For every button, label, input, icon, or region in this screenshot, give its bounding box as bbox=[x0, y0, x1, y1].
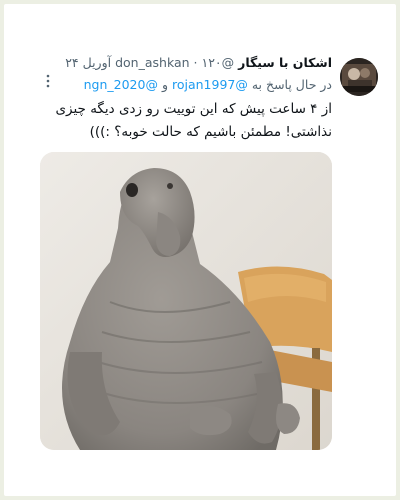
author-name[interactable]: اشکان با سیگار bbox=[238, 55, 332, 70]
separator-dot: · bbox=[193, 55, 198, 70]
reply-mention-ngn[interactable]: @ngn_2020 bbox=[84, 77, 158, 92]
avatar[interactable] bbox=[340, 58, 378, 96]
tweet-text: از ۴ ساعت پیش که این توییت رو زدی دیگه چ… bbox=[55, 101, 332, 140]
replying-to-label: در حال پاسخ به bbox=[251, 77, 332, 92]
avatar-image bbox=[340, 58, 378, 96]
reply-mention-rojan[interactable]: @rojan1997 bbox=[172, 77, 248, 92]
replying-to: در حال پاسخ به @rojan1997 و @ngn_2020 bbox=[12, 76, 332, 94]
tweet-card[interactable]: اشکان با سیگار @don_ashkan · ۱۲۰ آوریل ۲… bbox=[10, 20, 390, 480]
tweet-photo[interactable] bbox=[40, 152, 332, 450]
tweet-header: اشکان با سیگار @don_ashkan · ۱۲۰ آوریل ۲… bbox=[32, 54, 332, 71]
seal-photo-image bbox=[40, 152, 332, 450]
reply-conjunction: و bbox=[161, 77, 168, 92]
screenshot-frame: اشکان با سیگار @don_ashkan · ۱۲۰ آوریل ۲… bbox=[4, 4, 396, 496]
